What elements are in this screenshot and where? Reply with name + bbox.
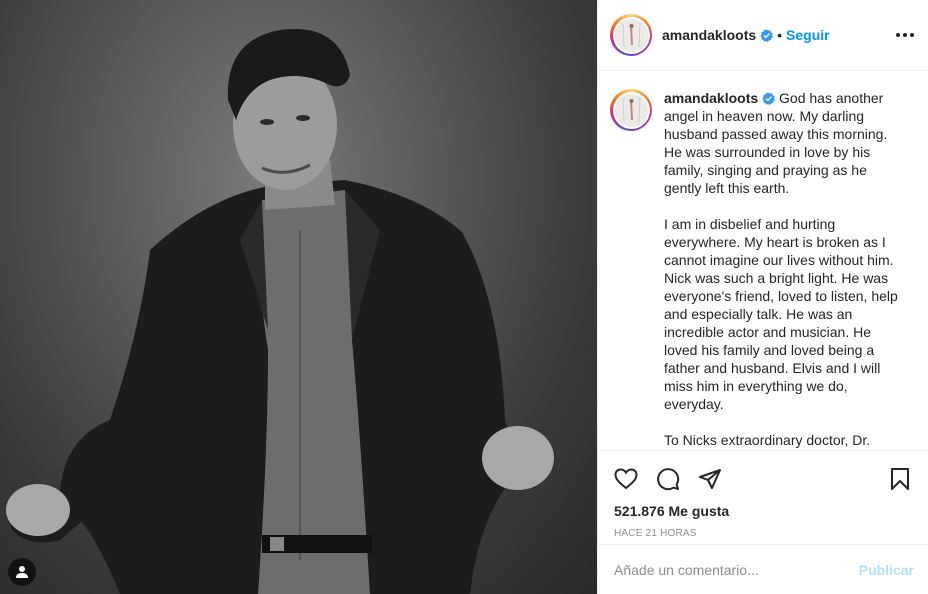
- caption-section: amandakloots God has another angel in he…: [598, 71, 928, 450]
- heart-icon[interactable]: [614, 467, 638, 491]
- post-timestamp[interactable]: HACE 21 HORAS: [614, 528, 912, 539]
- caption-text: amandakloots God has another angel in he…: [664, 89, 904, 450]
- more-options-icon: [896, 33, 900, 37]
- profile-picture-icon: [614, 93, 648, 127]
- profile-picture-icon: [614, 18, 648, 52]
- post-header: amandakloots • Seguir: [598, 0, 928, 71]
- comment-bar: Publicar: [598, 544, 928, 594]
- man-portrait-image: [6, 28, 554, 594]
- bookmark-icon[interactable]: [888, 467, 912, 491]
- user-tag-icon: [16, 566, 28, 578]
- separator-dot: •: [777, 27, 783, 43]
- caption-username-link[interactable]: amandakloots: [664, 90, 758, 106]
- caption-paragraph: I am in disbelief and hurting everywhere…: [664, 216, 898, 412]
- post-sidebar: amandakloots • Seguir amandakloots God h…: [597, 0, 928, 594]
- instagram-post-dialog: amandakloots • Seguir amandakloots God h…: [0, 0, 928, 594]
- share-icon[interactable]: [698, 467, 722, 491]
- more-options-button[interactable]: [896, 33, 914, 37]
- avatar[interactable]: [610, 14, 652, 56]
- caption-paragraph: To Nicks extraordinary doctor, Dr.: [664, 432, 871, 448]
- verified-icon: [760, 28, 774, 42]
- user-tag-button[interactable]: [8, 558, 36, 586]
- verified-icon: [762, 92, 776, 105]
- follow-button[interactable]: Seguir: [786, 27, 830, 43]
- comment-input[interactable]: [614, 561, 859, 578]
- caption-avatar[interactable]: [610, 89, 652, 131]
- comment-icon[interactable]: [656, 467, 680, 491]
- likes-count[interactable]: 521.876 Me gusta: [614, 503, 912, 519]
- username-link[interactable]: amandakloots: [662, 27, 756, 43]
- post-photo[interactable]: [0, 0, 597, 594]
- publish-button[interactable]: Publicar: [859, 562, 914, 578]
- post-actions: 521.876 Me gusta HACE 21 HORAS: [598, 450, 928, 544]
